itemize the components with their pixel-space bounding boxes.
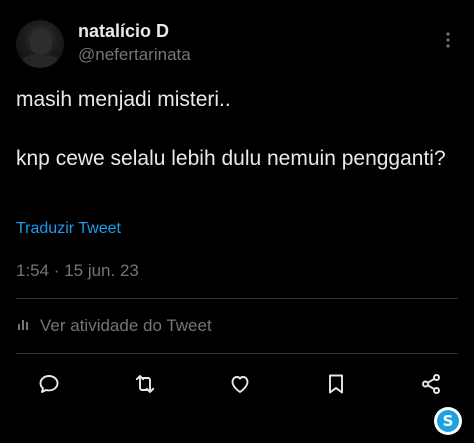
user-handle[interactable]: @nefertarinata [78, 44, 191, 66]
avatar-shoulders [20, 54, 60, 68]
share-icon[interactable] [418, 371, 444, 397]
watermark-badge-icon: S [434, 407, 462, 435]
author-names: natalício D @nefertarinata [78, 20, 191, 66]
tweet-card: natalício D @nefertarinata masih menjadi… [0, 0, 474, 443]
like-icon[interactable] [227, 371, 253, 397]
tweet-paragraph-1: masih menjadi misteri.. [16, 88, 231, 111]
tweet-text: masih menjadi misteri.. knp cewe selalu … [16, 86, 456, 173]
avatar[interactable] [16, 20, 64, 68]
avatar-face [30, 30, 52, 54]
display-name[interactable]: natalício D [78, 20, 191, 42]
watermark-badge-letter: S [437, 410, 459, 432]
action-bar [16, 368, 458, 400]
reply-icon[interactable] [36, 371, 62, 397]
bookmark-icon[interactable] [323, 371, 349, 397]
tweet-timestamp[interactable]: 1:54 · 15 jun. 23 [16, 260, 139, 282]
divider [16, 353, 458, 354]
view-activity-label: Ver atividade do Tweet [40, 316, 212, 335]
tweet-paragraph-2: knp cewe selalu lebih dulu nemuin pengga… [16, 147, 446, 170]
retweet-icon[interactable] [132, 371, 158, 397]
divider [16, 298, 458, 299]
view-activity-link[interactable]: Ver atividade do Tweet [16, 315, 212, 337]
translate-tweet-link[interactable]: Traduzir Tweet [16, 219, 121, 239]
more-options-icon[interactable] [438, 30, 458, 50]
tweet-header: natalício D @nefertarinata [16, 18, 458, 74]
analytics-bars-icon [16, 316, 32, 337]
